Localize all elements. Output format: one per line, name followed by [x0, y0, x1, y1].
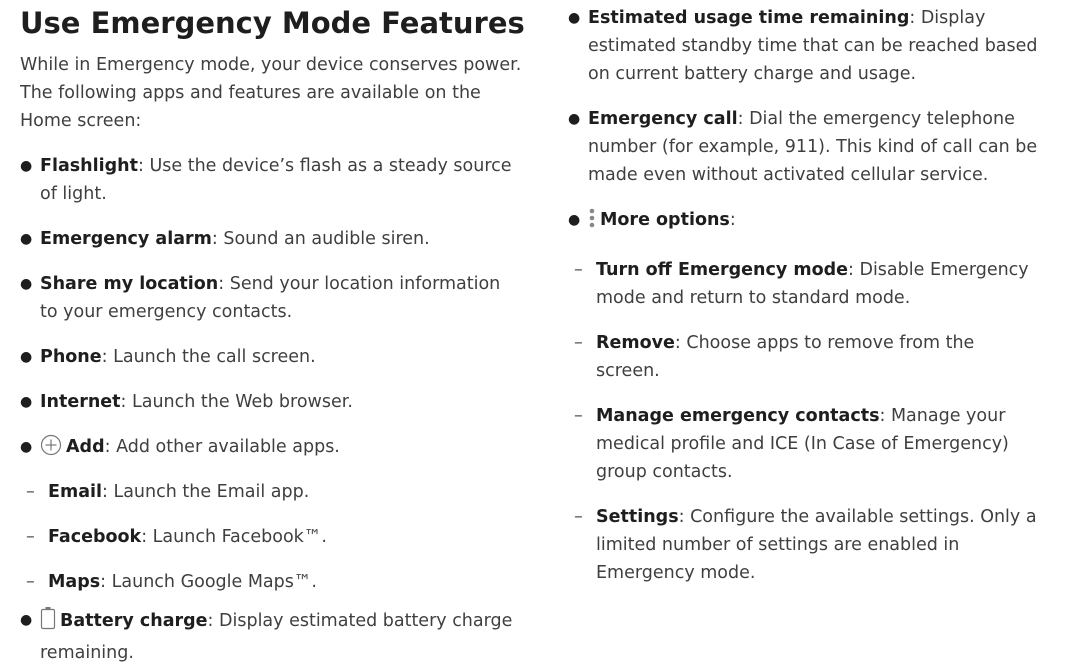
bullet: ●: [568, 10, 581, 26]
dash: –: [26, 527, 35, 547]
item-term: More options: [600, 210, 730, 230]
item-term: Phone: [40, 347, 102, 367]
item-term: Estimated usage time remaining: [588, 8, 910, 28]
item-term: Emergency alarm: [40, 229, 212, 249]
intro-paragraph: While in Emergency mode, your device con…: [20, 55, 522, 131]
item-term: Facebook: [48, 527, 142, 547]
dash: –: [574, 333, 583, 353]
item-desc: :: [729, 210, 736, 230]
item-term: Add: [66, 437, 105, 457]
dash: –: [26, 482, 35, 502]
bullet: ●: [20, 612, 33, 628]
item-desc: : Launch the call screen.: [101, 347, 316, 367]
item-term: Settings: [596, 507, 679, 527]
item-term: Flashlight: [40, 156, 138, 176]
item-term: Turn off Emergency mode: [596, 260, 849, 280]
item-term: Share my location: [40, 274, 219, 294]
bullet: ●: [20, 158, 33, 174]
item-desc: : Launch Facebook™.: [141, 527, 327, 547]
item-desc: : Launch the Web browser.: [120, 392, 353, 412]
bullet: ●: [568, 212, 581, 228]
item-term: Email: [48, 482, 102, 502]
item-term: Maps: [48, 572, 101, 592]
bullet: ●: [20, 439, 33, 455]
manual-page: Use Emergency Mode Features While in Eme…: [0, 0, 1072, 663]
bullet: ●: [20, 394, 33, 410]
item-term: Manage emergency contacts: [596, 406, 880, 426]
more-options-icon: [588, 207, 596, 238]
battery-icon: [40, 606, 56, 639]
add-circle-icon: [40, 434, 62, 465]
item-desc: : Launch Google Maps™.: [100, 572, 317, 592]
item-desc: : Launch the Email app.: [102, 482, 310, 502]
bullet: ●: [20, 349, 33, 365]
dash: –: [26, 572, 35, 592]
dash: –: [574, 507, 583, 527]
item-desc: : Sound an audible siren.: [211, 229, 430, 249]
dash: –: [574, 260, 583, 280]
item-term: Remove: [596, 333, 675, 353]
item-term: Emergency call: [588, 109, 738, 129]
dash: –: [574, 406, 583, 426]
bullet: ●: [20, 231, 33, 247]
item-term: Internet: [40, 392, 121, 412]
page-title: Use Emergency Mode Features: [20, 6, 525, 40]
item-term: Battery charge: [60, 611, 208, 631]
item-desc: : Add other available apps.: [104, 437, 340, 457]
bullet: ●: [20, 276, 33, 292]
bullet: ●: [568, 111, 581, 127]
